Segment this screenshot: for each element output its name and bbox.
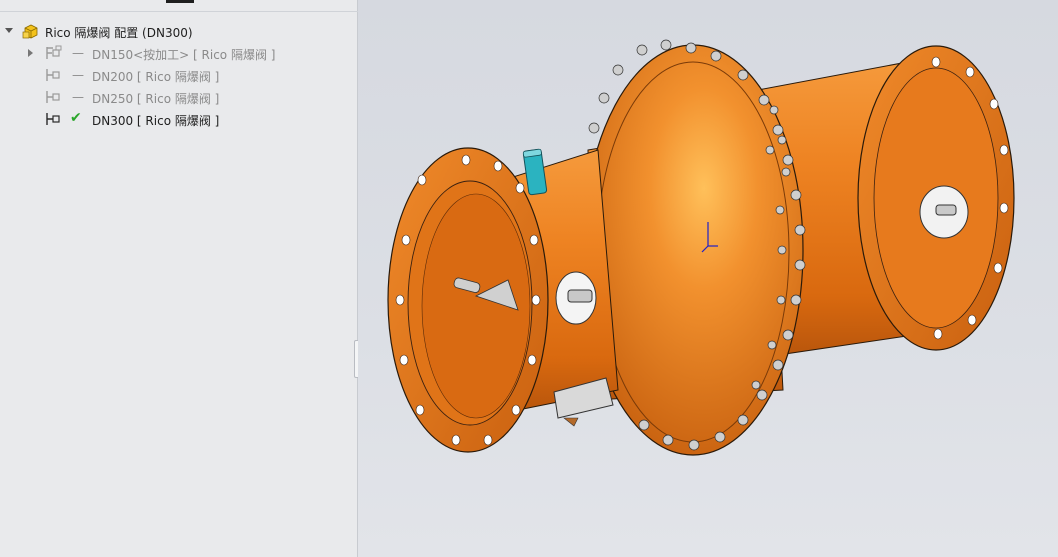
valve-3d-model[interactable]	[358, 0, 1058, 557]
checkmark-icon: ✔	[70, 110, 82, 126]
configuration-manager-panel: Rico 隔爆阀 配置 (DN300) — DN150<按加工> [ Rico …	[0, 0, 358, 557]
inactive-dash-icon: —	[72, 46, 84, 60]
config-icon	[46, 69, 60, 81]
config-icon	[46, 113, 60, 125]
inactive-dash-icon: —	[72, 90, 84, 104]
config-item-dn300[interactable]: ✔ DN300 [ Rico 隔爆阀 ]	[0, 108, 358, 130]
graphics-viewport[interactable]	[358, 0, 1058, 557]
assembly-config-icon	[22, 24, 38, 39]
inactive-dash-icon: —	[72, 68, 84, 82]
expand-arrow-icon[interactable]	[28, 49, 33, 57]
config-label: DN200 [ Rico 隔爆阀 ]	[92, 70, 220, 84]
configuration-tree: Rico 隔爆阀 配置 (DN300) — DN150<按加工> [ Rico …	[0, 20, 358, 130]
config-icon	[46, 91, 60, 103]
config-item-dn150[interactable]: — DN150<按加工> [ Rico 隔爆阀 ]	[0, 42, 358, 64]
panel-header-divider	[0, 11, 358, 12]
tree-root-label: Rico 隔爆阀 配置 (DN300)	[45, 26, 193, 40]
tree-root-row[interactable]: Rico 隔爆阀 配置 (DN300)	[0, 20, 358, 42]
config-label: DN250 [ Rico 隔爆阀 ]	[92, 92, 220, 106]
collapse-arrow-icon[interactable]	[5, 28, 13, 33]
config-item-dn250[interactable]: — DN250 [ Rico 隔爆阀 ]	[0, 86, 358, 108]
panel-header-fragment	[166, 0, 194, 3]
config-icon	[46, 45, 62, 59]
config-label: DN300 [ Rico 隔爆阀 ]	[92, 114, 220, 128]
config-item-dn200[interactable]: — DN200 [ Rico 隔爆阀 ]	[0, 64, 358, 86]
config-label: DN150<按加工> [ Rico 隔爆阀 ]	[92, 48, 276, 62]
